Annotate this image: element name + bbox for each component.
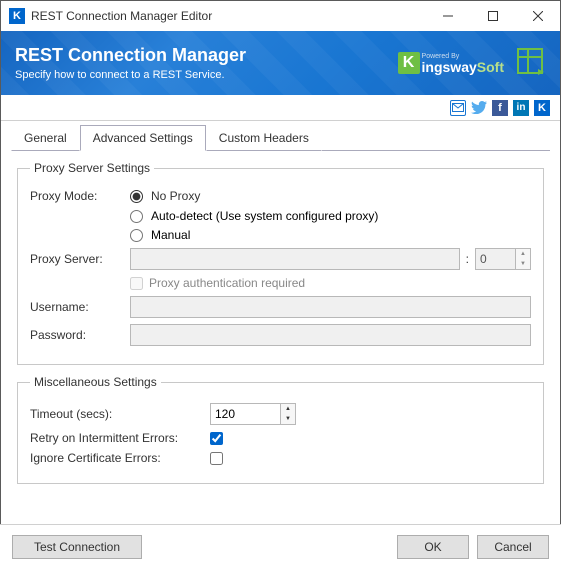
proxy-mode-no-proxy-label: No Proxy (151, 189, 200, 203)
proxy-server-input[interactable] (130, 248, 460, 270)
tab-content: Proxy Server Settings Proxy Mode: No Pro… (1, 151, 560, 504)
brand-name: ingswaySoft (422, 60, 504, 74)
proxy-mode-auto-radio[interactable] (130, 210, 143, 223)
timeout-input[interactable] (210, 403, 280, 425)
cancel-button[interactable]: Cancel (477, 535, 549, 559)
misc-settings-group: Miscellaneous Settings Timeout (secs): ▲… (17, 375, 544, 484)
misc-legend: Miscellaneous Settings (30, 375, 161, 389)
social-bar: f in K (1, 95, 560, 121)
username-label: Username: (30, 300, 130, 314)
minimize-button[interactable] (425, 1, 470, 31)
tab-custom-headers[interactable]: Custom Headers (206, 125, 322, 151)
tab-general[interactable]: General (11, 125, 80, 151)
window-controls (425, 1, 560, 31)
tab-advanced-settings[interactable]: Advanced Settings (80, 125, 206, 151)
test-connection-button[interactable]: Test Connection (12, 535, 142, 559)
proxy-legend: Proxy Server Settings (30, 161, 154, 175)
facebook-icon[interactable]: f (492, 100, 508, 116)
proxy-mode-auto-label: Auto-detect (Use system configured proxy… (151, 209, 378, 223)
maximize-button[interactable] (470, 1, 515, 31)
retry-label: Retry on Intermittent Errors: (30, 431, 210, 445)
proxy-server-label: Proxy Server: (30, 252, 130, 266)
proxy-mode-label: Proxy Mode: (30, 189, 130, 203)
proxy-port-spinner[interactable]: ▲ ▼ (475, 248, 531, 270)
timeout-spin-down[interactable]: ▼ (281, 414, 295, 424)
window-title: REST Connection Manager Editor (31, 9, 425, 23)
kingswaysoft-icon[interactable]: K (534, 100, 550, 116)
proxy-mode-no-proxy-radio[interactable] (130, 190, 143, 203)
username-input[interactable] (130, 296, 531, 318)
password-input[interactable] (130, 324, 531, 346)
timeout-spin-up[interactable]: ▲ (281, 404, 295, 414)
timeout-spinner[interactable]: ▲ ▼ (210, 403, 296, 425)
retry-checkbox[interactable] (210, 432, 223, 445)
ok-button[interactable]: OK (397, 535, 469, 559)
banner-subtitle: Specify how to connect to a REST Service… (15, 69, 246, 81)
brand-k-icon: K (398, 52, 420, 74)
linkedin-icon[interactable]: in (513, 100, 529, 116)
port-separator: : (466, 252, 469, 266)
password-label: Password: (30, 328, 130, 342)
brand-logo: K Powered By ingswaySoft (398, 52, 504, 74)
ignore-cert-label: Ignore Certificate Errors: (30, 451, 210, 465)
banner-title: REST Connection Manager (15, 45, 246, 66)
proxy-mode-manual-label: Manual (151, 228, 190, 242)
tab-strip: General Advanced Settings Custom Headers (1, 125, 560, 151)
proxy-mode-manual-radio[interactable] (130, 229, 143, 242)
close-button[interactable] (515, 1, 560, 31)
app-icon: K (9, 8, 25, 24)
proxy-auth-checkbox[interactable] (130, 277, 143, 290)
proxy-port-input[interactable] (475, 248, 515, 270)
config-icon (514, 45, 546, 82)
proxy-auth-label: Proxy authentication required (149, 276, 305, 290)
ignore-cert-checkbox[interactable] (210, 452, 223, 465)
timeout-label: Timeout (secs): (30, 407, 210, 421)
proxy-settings-group: Proxy Server Settings Proxy Mode: No Pro… (17, 161, 544, 365)
port-spin-down[interactable]: ▼ (516, 259, 530, 269)
titlebar: K REST Connection Manager Editor (1, 1, 560, 31)
port-spin-up[interactable]: ▲ (516, 249, 530, 259)
twitter-icon[interactable] (471, 100, 487, 116)
footer: Test Connection OK Cancel (0, 524, 561, 568)
mail-icon[interactable] (450, 100, 466, 116)
banner: REST Connection Manager Specify how to c… (1, 31, 560, 95)
